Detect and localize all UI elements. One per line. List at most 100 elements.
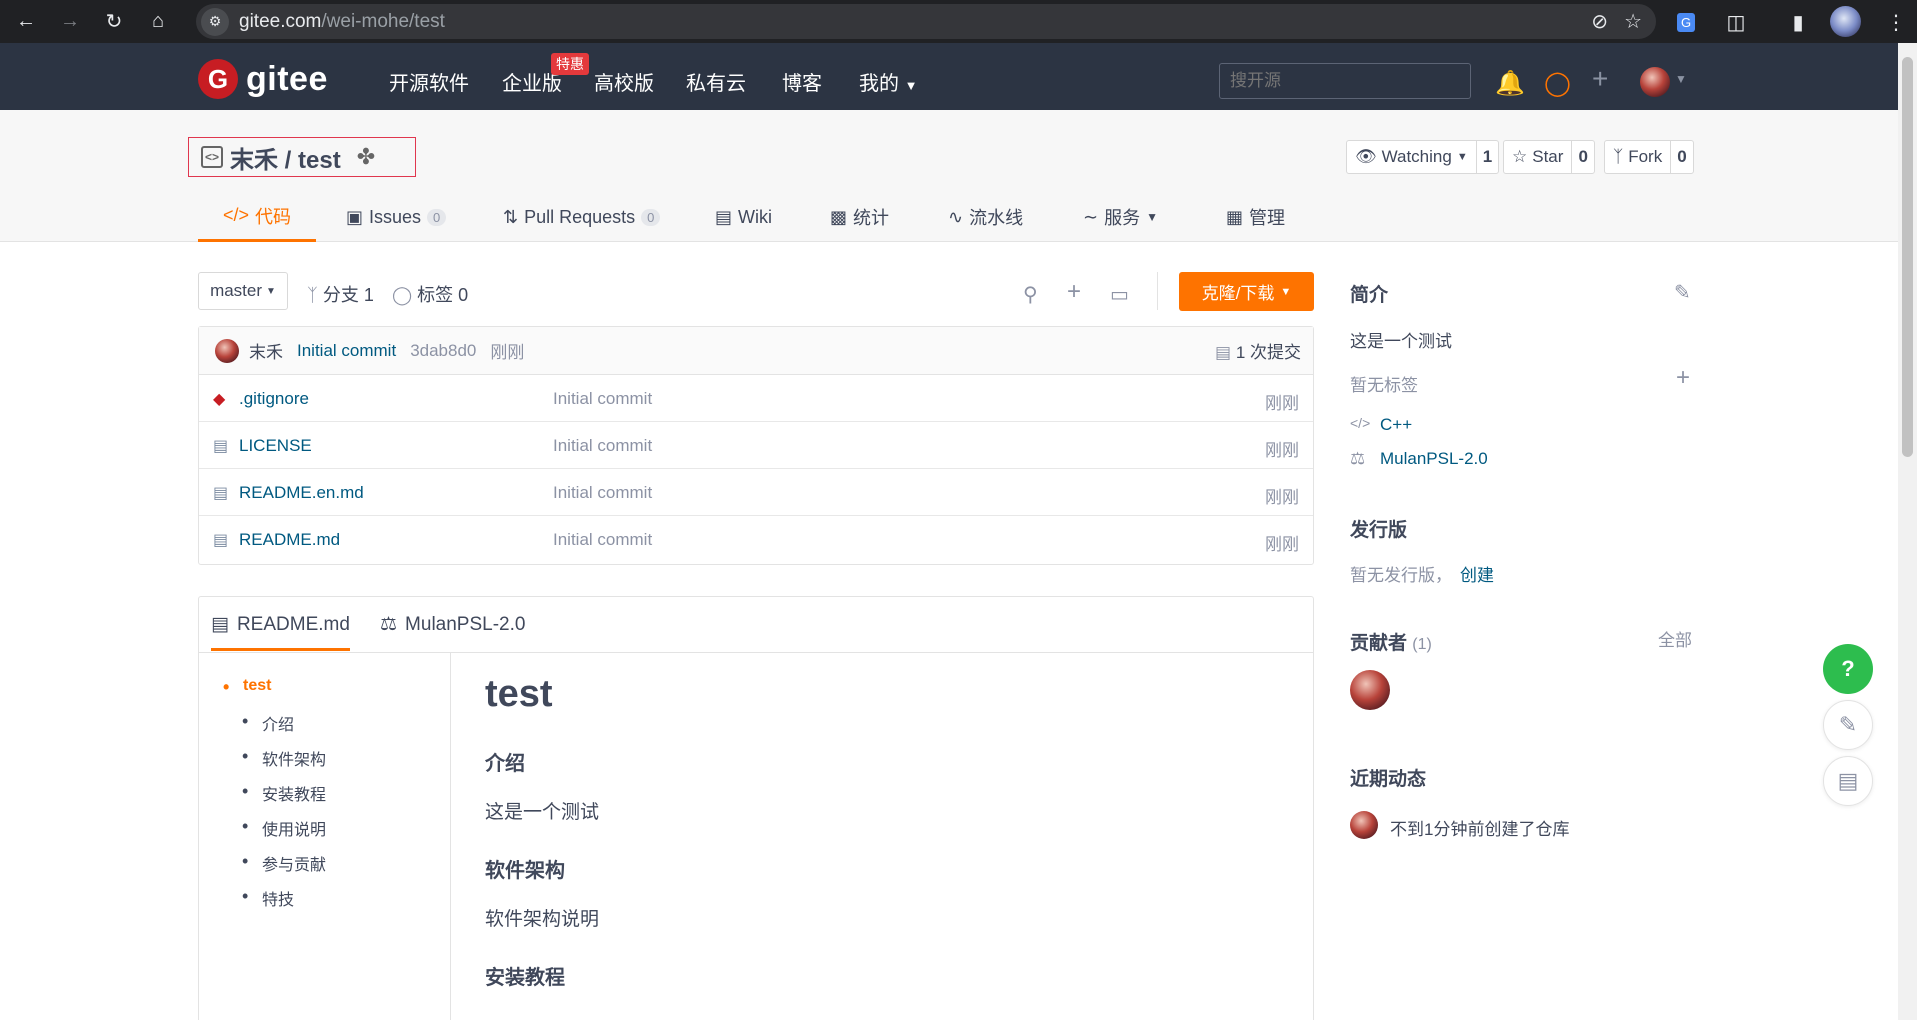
forward-icon[interactable]: → (52, 4, 88, 40)
file-row[interactable]: ◆ .gitignore Initial commit 刚刚 (199, 375, 1313, 422)
fork-button[interactable]: ᛉ Fork 0 (1604, 140, 1694, 174)
file-commit-message[interactable]: Initial commit (553, 483, 652, 503)
web-ide-icon[interactable]: ▭ (1110, 282, 1129, 307)
tab-pipeline[interactable]: ∿ 流水线 (948, 192, 1023, 242)
file-row[interactable]: ▤ LICENSE Initial commit 刚刚 (199, 422, 1313, 469)
clone-download-button[interactable]: 克隆/下载 ▼ (1179, 272, 1314, 311)
nav-mine[interactable]: 我的 ▼ (859, 67, 917, 96)
scrollbar-thumb[interactable] (1902, 57, 1913, 457)
side-panel-icon[interactable]: ▮ (1782, 6, 1814, 38)
file-name[interactable]: README.md (239, 530, 340, 550)
extensions-icon[interactable]: ◫ (1720, 6, 1752, 38)
language-link[interactable]: C++ (1380, 415, 1412, 435)
tab-stats[interactable]: ▩ 统计 (830, 192, 889, 242)
section-text: 这是一个测试 (485, 802, 600, 823)
avatar-caret-icon[interactable]: ▼ (1675, 72, 1687, 86)
author-avatar[interactable] (215, 338, 239, 363)
url-text[interactable]: gitee.com/wei-mohe/test (239, 11, 445, 33)
license-link[interactable]: MulanPSL-2.0 (1380, 449, 1488, 469)
translate-icon[interactable]: G (1670, 6, 1702, 38)
tab-pull-requests[interactable]: ⇅ Pull Requests 0 (503, 192, 661, 242)
file-commit-message[interactable]: Initial commit (553, 389, 652, 409)
scale-icon: ⚖ (1350, 449, 1366, 468)
file-row[interactable]: ▤ README.en.md Initial commit 刚刚 (199, 469, 1313, 516)
reload-icon[interactable]: ↻ (96, 4, 132, 40)
fork-label: Fork (1628, 147, 1663, 166)
watching-button[interactable]: 👁 Watching ▼ 1 (1346, 140, 1500, 174)
lightbulb-icon[interactable]: ◯ (1544, 69, 1571, 98)
tab-issues[interactable]: ▣ Issues 0 (346, 192, 447, 242)
bell-icon[interactable]: 🔔 (1495, 69, 1525, 98)
star-count[interactable]: 0 (1571, 141, 1593, 173)
commit-hash[interactable]: 3dab8d0 (410, 341, 476, 361)
tags-link[interactable]: ◯ 标签 0 (392, 281, 468, 307)
file-name[interactable]: LICENSE (239, 436, 312, 456)
branches-link[interactable]: ᛉ 分支 1 (307, 281, 374, 307)
plus-icon[interactable]: + (1592, 63, 1608, 95)
toc-item[interactable]: test (223, 677, 272, 698)
contributor-avatar[interactable] (1350, 670, 1390, 710)
chat-icon[interactable]: ▤ (1823, 756, 1873, 806)
watching-count[interactable]: 1 (1475, 141, 1498, 173)
page-scrollbar[interactable] (1898, 43, 1917, 1020)
activity-avatar[interactable] (1350, 811, 1378, 839)
back-icon[interactable]: ← (8, 4, 44, 40)
user-avatar[interactable] (1640, 67, 1670, 97)
file-name[interactable]: README.en.md (239, 483, 364, 503)
tab-readme[interactable]: ▤ README.md (211, 613, 350, 651)
tab-services[interactable]: ∼ 服务 ▼ (1083, 192, 1158, 242)
home-icon[interactable]: ⌂ (140, 4, 176, 40)
search-input[interactable] (1219, 63, 1471, 99)
feedback-icon[interactable]: ✎ (1823, 700, 1873, 750)
commit-count-label: 1 次提交 (1235, 343, 1301, 362)
all-contributors-link[interactable]: 全部 (1658, 626, 1692, 651)
menu-icon[interactable]: ⋮ (1880, 6, 1912, 38)
toc-item[interactable]: 参与贡献 (242, 851, 326, 875)
nav-blog[interactable]: 博客 (782, 67, 822, 96)
bar-chart-icon: ▩ (830, 206, 848, 227)
edit-icon[interactable]: ✎ (1674, 280, 1691, 305)
commit-count[interactable]: ▤ 1 次提交 (1215, 338, 1301, 363)
fork-count[interactable]: 0 (1670, 141, 1692, 173)
file-commit-message[interactable]: Initial commit (553, 436, 652, 456)
add-tag-icon[interactable]: + (1676, 364, 1690, 392)
eye-off-icon[interactable]: ⊘ (1591, 9, 1608, 34)
toc-item[interactable]: 安装教程 (242, 781, 326, 805)
branch-select[interactable]: master ▼ (198, 272, 288, 310)
file-commit-message[interactable]: Initial commit (553, 530, 652, 550)
search-icon[interactable]: ⚲ (1023, 282, 1038, 307)
toc-item[interactable]: 软件架构 (242, 746, 326, 770)
create-release-link[interactable]: 创建 (1460, 561, 1494, 586)
address-bar[interactable]: ⚙ gitee.com/wei-mohe/test ⊘ ☆ (196, 4, 1656, 39)
medal-icon[interactable]: ✤ (357, 144, 375, 170)
git-icon: ◆ (213, 391, 226, 408)
contributors-count: (1) (1412, 636, 1432, 653)
toc-item[interactable]: 特技 (242, 886, 294, 910)
toc-item[interactable]: 介绍 (242, 711, 294, 735)
file-row[interactable]: ▤ README.md Initial commit 刚刚 (199, 516, 1313, 563)
watching-label: Watching (1381, 147, 1452, 166)
nav-private-cloud[interactable]: 私有云 (686, 67, 746, 96)
code-repo-icon: <> (201, 146, 223, 168)
file-name[interactable]: .gitignore (239, 389, 309, 409)
profile-avatar[interactable] (1830, 6, 1861, 37)
nav-university[interactable]: 高校版 (594, 67, 654, 96)
site-settings-icon[interactable]: ⚙ (201, 7, 229, 36)
file-time: 刚刚 (1265, 394, 1299, 413)
tab-license[interactable]: ⚖ MulanPSL-2.0 (380, 613, 525, 636)
tab-manage[interactable]: ▦ 管理 (1226, 192, 1285, 242)
repo-title-text[interactable]: 末禾 / test (230, 140, 341, 175)
commit-author[interactable]: 末禾 (249, 338, 283, 363)
tab-code[interactable]: </> 代码 (198, 192, 316, 242)
add-file-icon[interactable]: + (1067, 278, 1081, 306)
toc-item[interactable]: 使用说明 (242, 816, 326, 840)
no-tags-text: 暂无标签 (1350, 376, 1418, 395)
gitee-logo[interactable]: G gitee (198, 59, 328, 99)
help-button[interactable]: ? (1823, 644, 1873, 694)
repo-header: <> 末禾 / test ✤ 👁 Watching ▼ 1 ☆ Star 0 ᛉ For… (0, 110, 1898, 242)
bookmark-star-icon[interactable]: ☆ (1624, 9, 1642, 34)
tab-wiki[interactable]: ▤ Wiki (715, 192, 772, 242)
nav-open-source[interactable]: 开源软件 (389, 67, 469, 96)
commit-message[interactable]: Initial commit (297, 341, 396, 361)
star-button[interactable]: ☆ Star 0 (1503, 140, 1595, 174)
